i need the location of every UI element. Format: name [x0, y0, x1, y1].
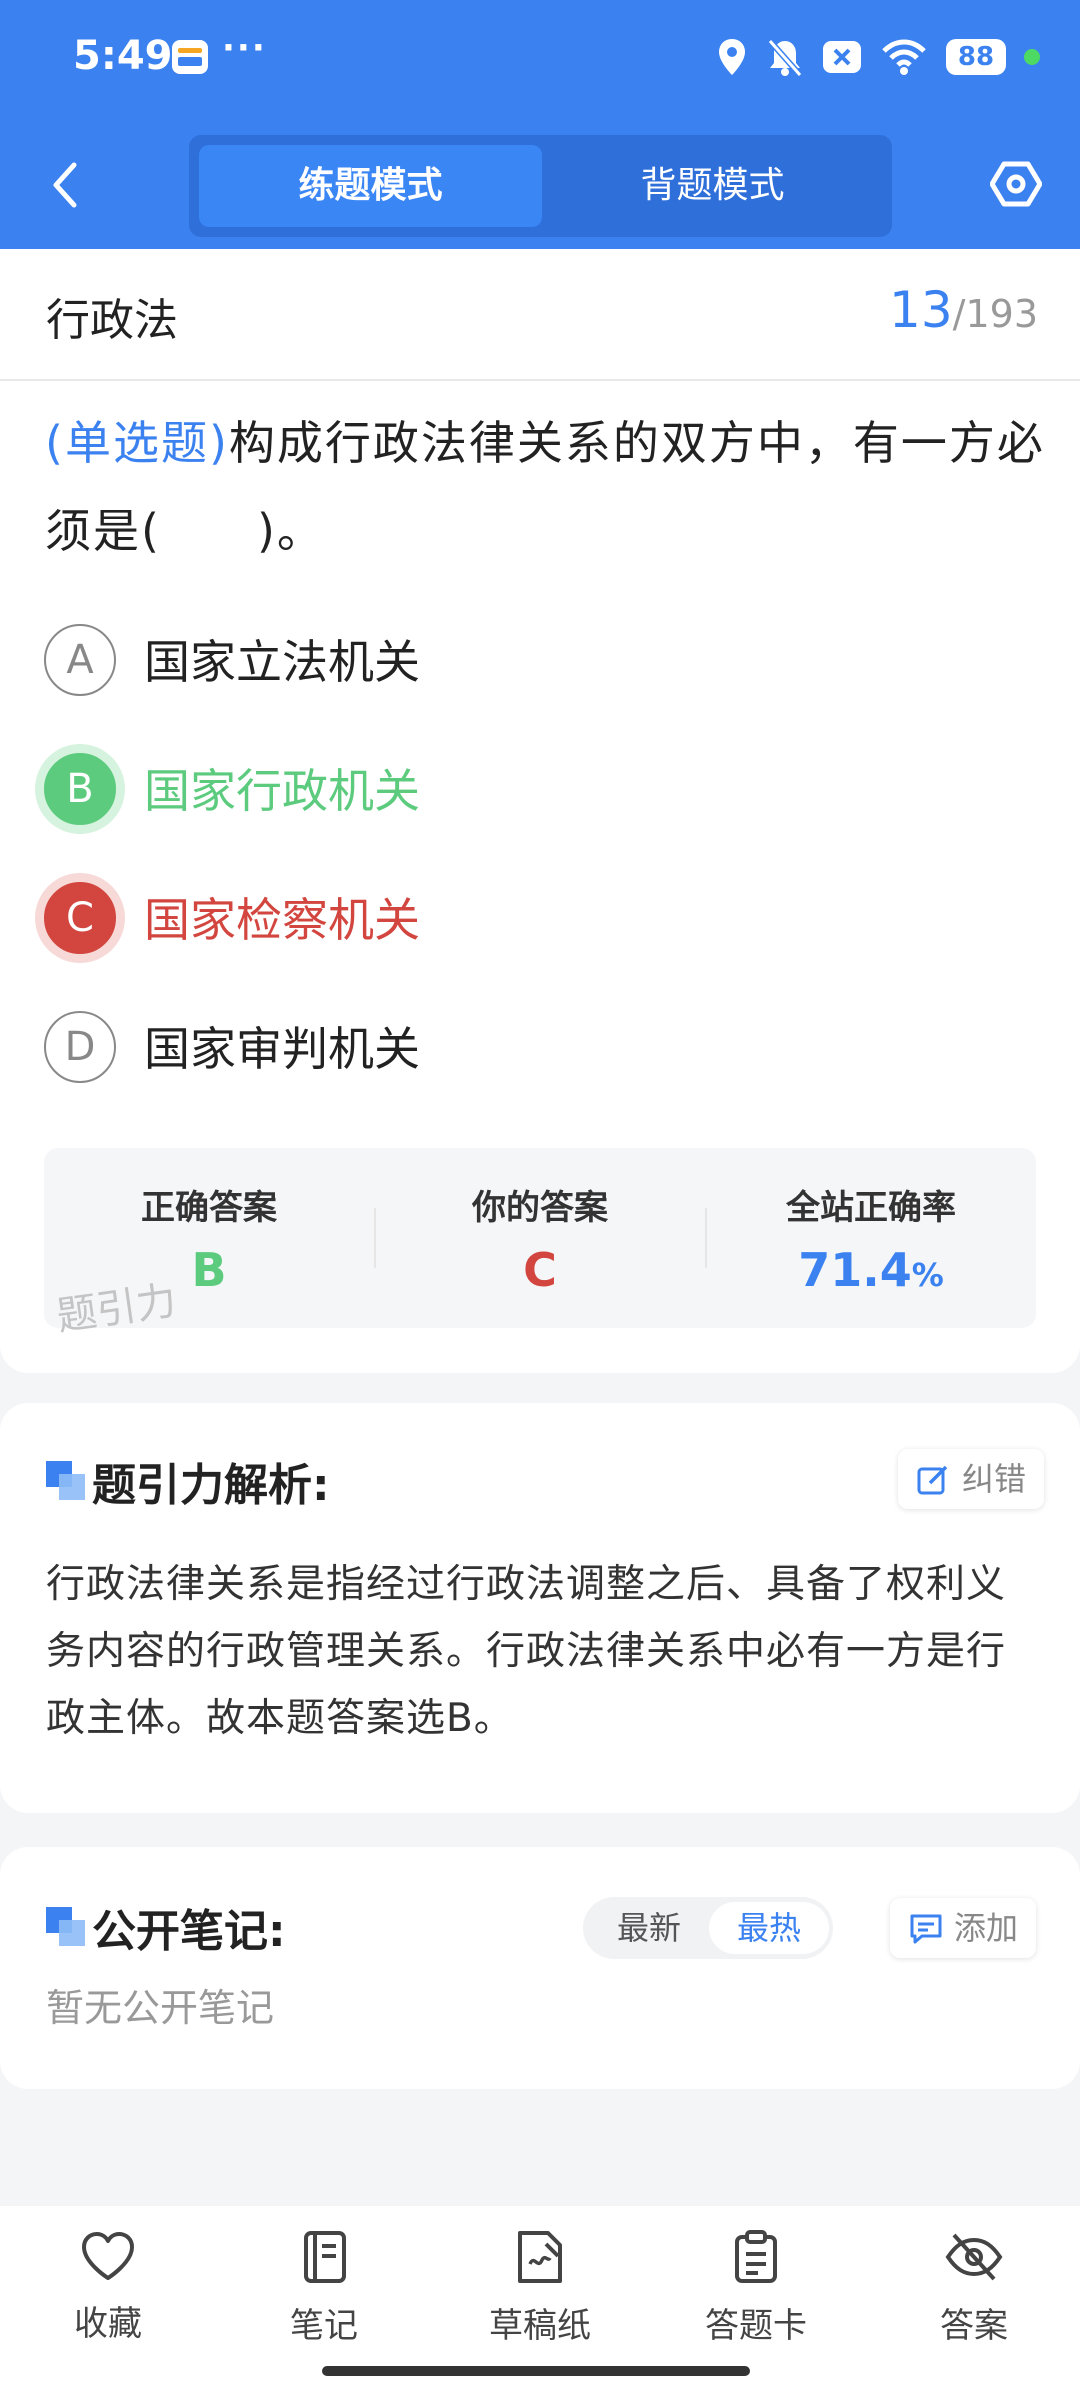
status-bar: 5:49 ··· 88: [0, 28, 1080, 88]
back-arrow-icon[interactable]: [44, 157, 84, 213]
option-c[interactable]: C 国家检察机关: [44, 882, 1024, 958]
wallet-icon: [172, 40, 208, 74]
edit-icon: [917, 1465, 948, 1495]
status-icons: 88: [716, 34, 1040, 80]
app-header: 5:49 ··· 88 练题模式 背题模式: [0, 0, 1080, 249]
option-letter: D: [44, 1011, 116, 1083]
your-answer-label: 你的答案: [472, 1188, 608, 1228]
your-answer-value: C: [523, 1243, 557, 1297]
correct-answer-label: 正确答案: [141, 1188, 277, 1228]
total-questions: /193: [952, 292, 1038, 336]
answer-sheet-button[interactable]: 答题卡: [686, 2230, 826, 2347]
tab-practice-mode[interactable]: 练题模式: [199, 145, 542, 227]
option-text: 国家审判机关: [144, 1022, 420, 1076]
notes-card: 公开笔记: 最新 最热 添加 暂无公开笔记: [0, 1847, 1080, 2089]
accuracy-col: 全站正确率 71.4%: [706, 1148, 1036, 1328]
answer-summary: 正确答案 B 你的答案 C 全站正确率 71.4% 题引力: [44, 1148, 1036, 1340]
analysis-text: 行政法律关系是指经过行政法调整之后、具备了权利义务内容的行政管理关系。行政法律关…: [46, 1562, 1007, 1741]
notes-sort-toggle: 最新 最热: [583, 1897, 833, 1959]
more-notifications-indicator: ···: [222, 28, 267, 68]
sort-newest[interactable]: 最新: [589, 1897, 709, 1959]
draft-paper-icon: [518, 2231, 562, 2283]
answer-sheet-icon: [735, 2230, 777, 2283]
draft-paper-label: 草稿纸: [489, 2306, 591, 2346]
option-a[interactable]: A 国家立法机关: [44, 624, 1024, 700]
close-box-icon: [823, 41, 861, 73]
bell-muted-icon: [767, 39, 803, 77]
section-squares-icon: [46, 1907, 86, 1947]
favorite-button[interactable]: 收藏: [38, 2230, 178, 2345]
comment-icon: [910, 1914, 942, 1944]
report-error-button[interactable]: 纠错: [898, 1449, 1045, 1509]
report-error-label: 纠错: [962, 1460, 1027, 1498]
wifi-icon: [882, 39, 926, 75]
question-card: 行政法 13/193 (单选题)构成行政法律关系的双方中，有一方必须是( )。 …: [0, 249, 1080, 1373]
notebook-icon: [304, 2231, 346, 2283]
accuracy-number: 71.4: [798, 1243, 912, 1297]
add-note-label: 添加: [954, 1909, 1019, 1947]
home-indicator[interactable]: [322, 2366, 750, 2376]
privacy-indicator-dot: [1024, 49, 1040, 65]
favorite-label: 收藏: [74, 2304, 142, 2344]
your-answer-col: 你的答案 C: [375, 1148, 705, 1328]
option-text: 国家检察机关: [144, 893, 420, 947]
option-b[interactable]: B 国家行政机关: [44, 753, 1024, 829]
battery-indicator: 88: [946, 39, 1006, 75]
section-squares-icon: [46, 1461, 86, 1501]
accuracy-value: 71.4%: [706, 1243, 1036, 1297]
question-text: (单选题)构成行政法律关系的双方中，有一方必须是( )。: [45, 399, 1045, 575]
add-note-button[interactable]: 添加: [890, 1898, 1037, 1958]
option-letter: C: [44, 882, 116, 954]
notes-title: 公开笔记:: [92, 1906, 286, 1957]
answer-sheet-label: 答题卡: [705, 2306, 807, 2346]
settings-hexagon-icon[interactable]: [990, 158, 1042, 210]
question-counter: 13/193: [889, 281, 1038, 339]
empty-notes-text: 暂无公开笔记: [46, 1986, 275, 2030]
tab-memorize-mode[interactable]: 背题模式: [541, 145, 884, 227]
option-text: 国家立法机关: [144, 635, 420, 689]
option-letter: A: [44, 624, 116, 696]
option-text: 国家行政机关: [144, 764, 420, 818]
notes-button[interactable]: 笔记: [254, 2230, 394, 2347]
location-icon: [719, 39, 745, 75]
draft-paper-button[interactable]: 草稿纸: [470, 2230, 610, 2347]
subject-title: 行政法: [46, 295, 178, 346]
option-d[interactable]: D 国家审判机关: [44, 1011, 1024, 1087]
heart-icon: [82, 2232, 134, 2280]
analysis-card: 题引力解析: 纠错 行政法律关系是指经过行政法调整之后、具备了权利义务内容的行政…: [0, 1403, 1080, 1813]
show-answer-button[interactable]: 答案: [904, 2230, 1044, 2347]
option-letter: B: [44, 753, 116, 825]
accuracy-unit: %: [911, 1256, 944, 1294]
current-question-number: 13: [889, 281, 953, 339]
sort-hottest[interactable]: 最热: [709, 1902, 829, 1954]
status-time: 5:49: [73, 33, 173, 79]
divider: [0, 379, 1080, 381]
analysis-title: 题引力解析:: [92, 1460, 330, 1511]
show-answer-label: 答案: [940, 2306, 1008, 2346]
question-type: (单选题): [45, 416, 229, 470]
mode-switch: 练题模式 背题模式: [189, 135, 892, 237]
eye-off-icon: [945, 2233, 1003, 2281]
accuracy-label: 全站正确率: [786, 1188, 956, 1228]
notes-label: 笔记: [290, 2306, 358, 2346]
